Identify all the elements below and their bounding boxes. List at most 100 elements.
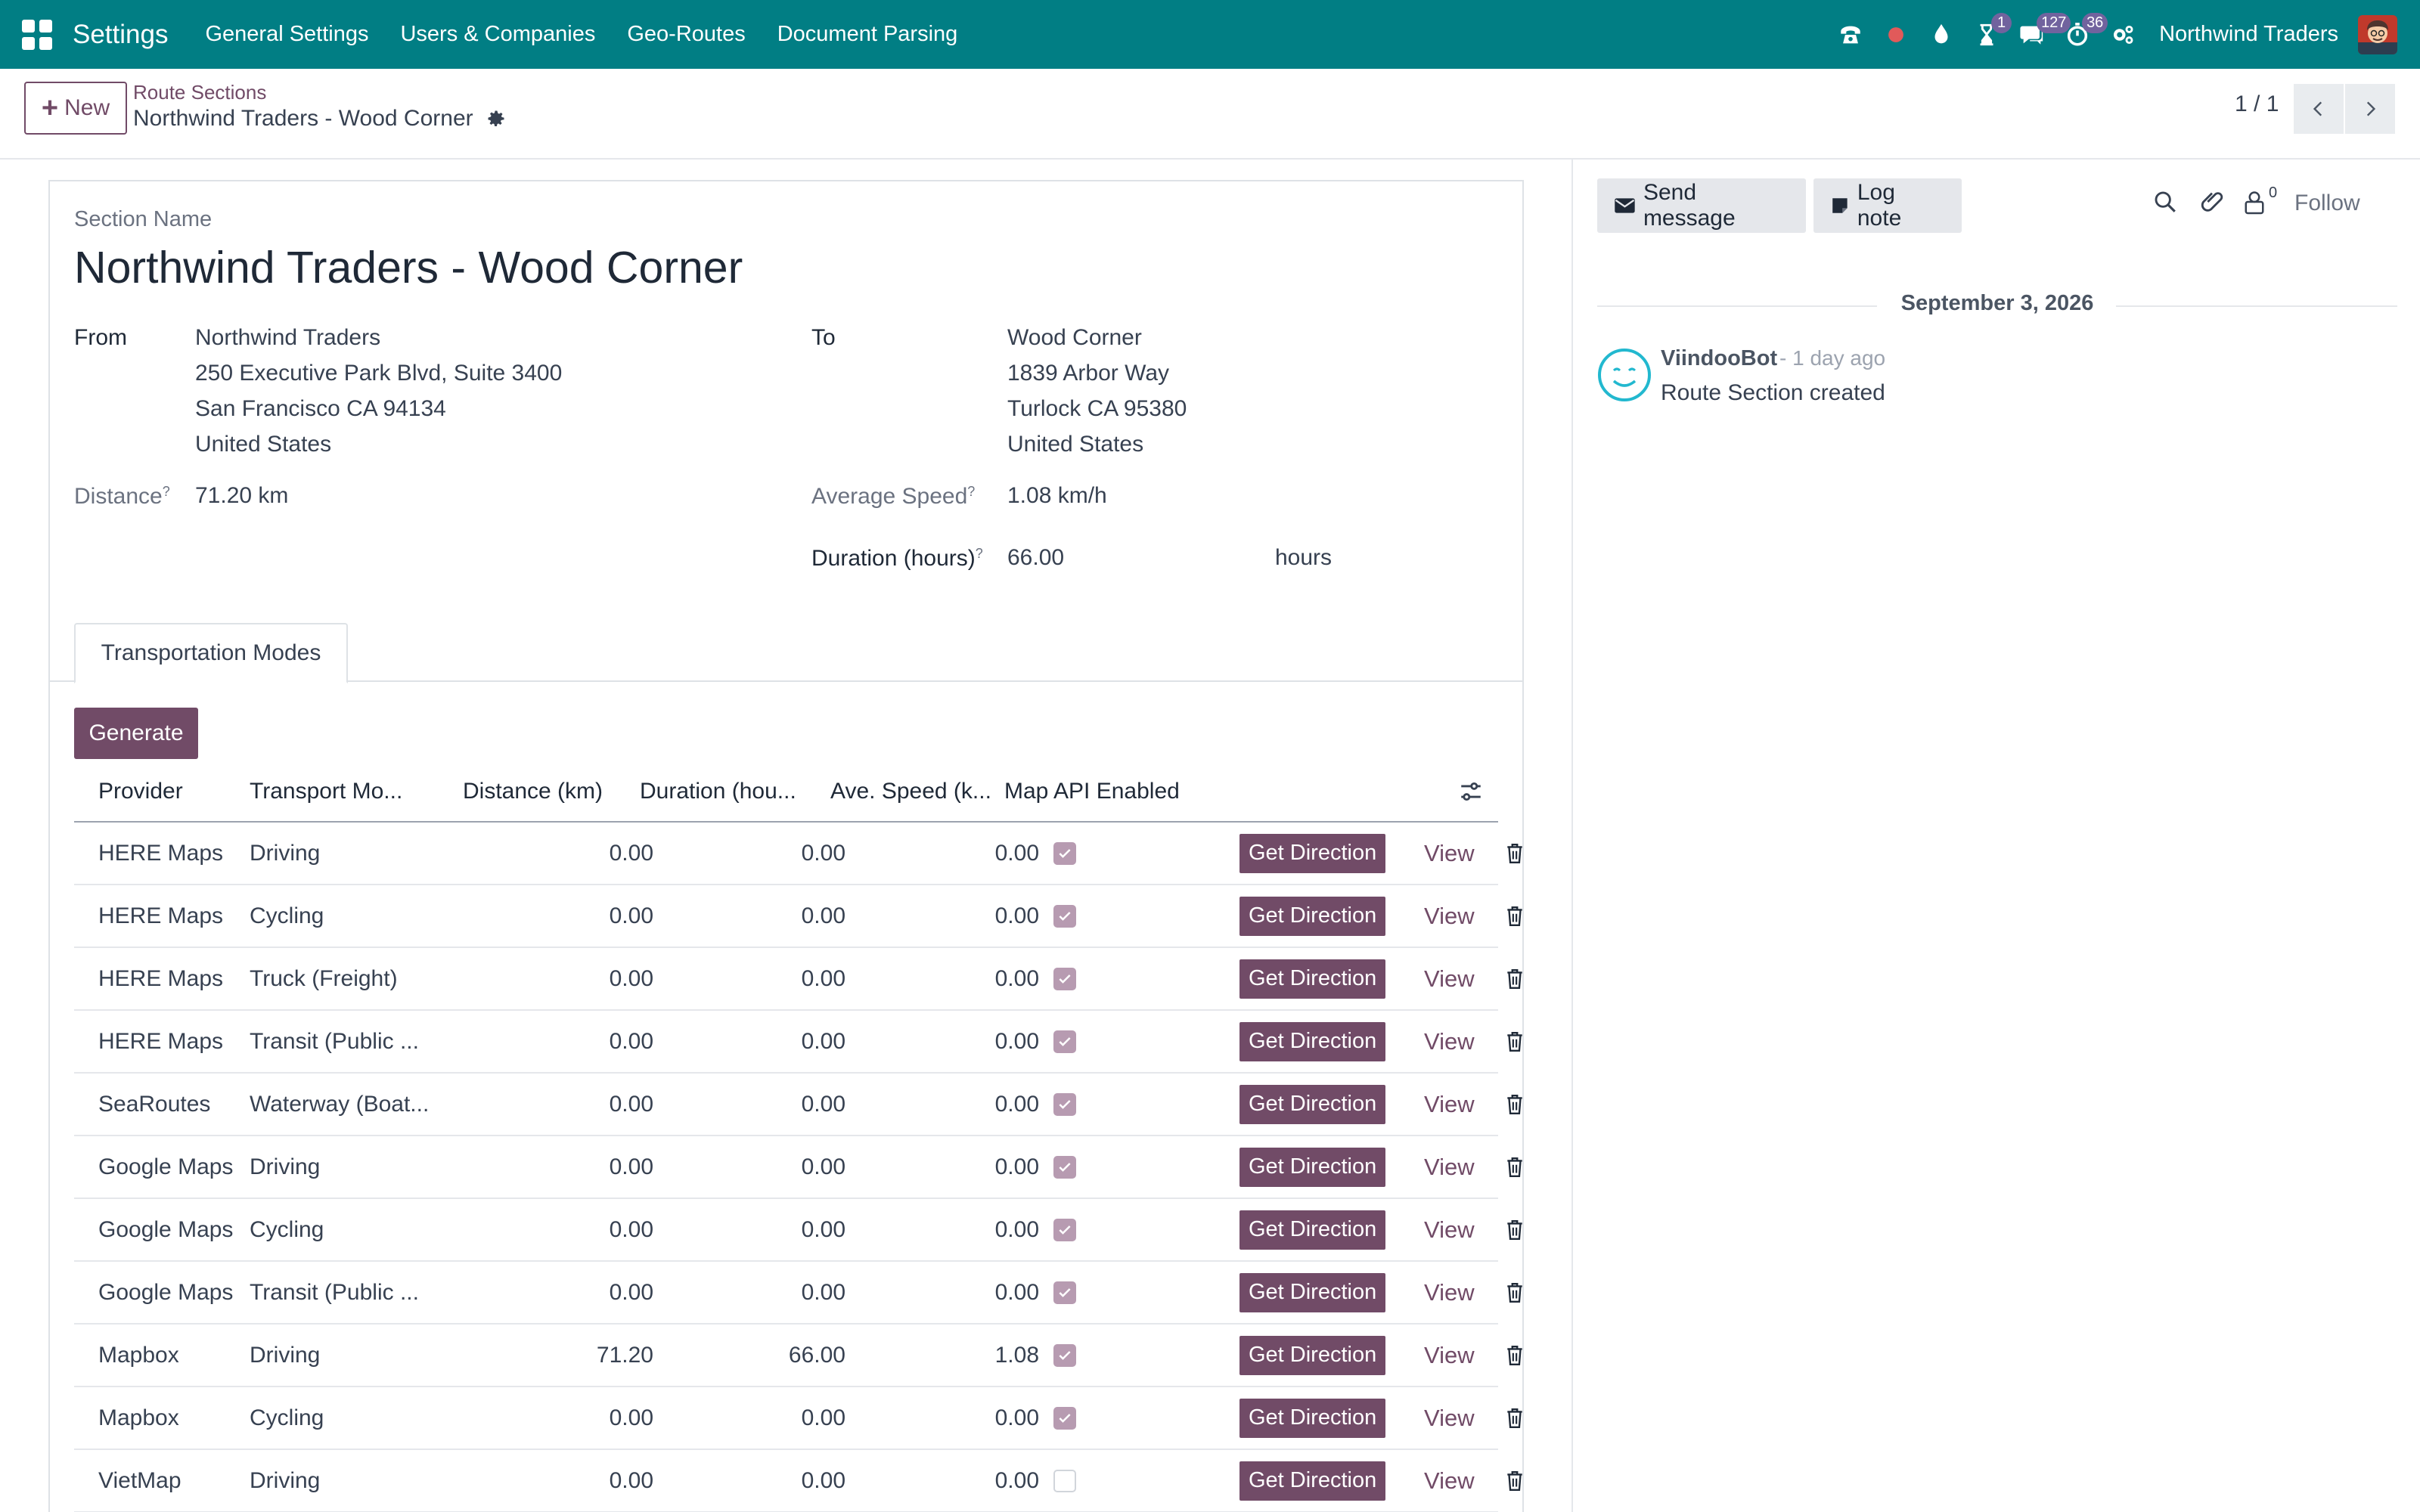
cell-provider[interactable]: Mapbox (98, 1325, 179, 1386)
trash-icon[interactable] (1505, 1094, 1525, 1115)
cell-duration[interactable]: 0.00 (640, 948, 845, 1009)
table-row[interactable]: Mapbox Cycling 0.00 0.00 0.00 Get Direction Vi… (74, 1387, 1522, 1450)
view-link[interactable]: View (1424, 1405, 1475, 1432)
cell-avg-speed[interactable]: 1.08 (830, 1325, 1039, 1386)
cell-transport-mode[interactable]: Truck (Freight) (250, 948, 398, 1009)
view-link[interactable]: View (1424, 1028, 1475, 1055)
map-api-checkbox[interactable] (1053, 1281, 1076, 1304)
menu-general-settings[interactable]: General Settings (205, 22, 368, 47)
company-settings-icon[interactable] (2100, 0, 2145, 69)
followers-button[interactable]: 0 (2243, 184, 2277, 215)
get-direction-button[interactable]: Get Direction (1239, 1210, 1386, 1250)
get-direction-button[interactable]: Get Direction (1239, 896, 1386, 936)
cell-provider[interactable]: HERE Maps (98, 885, 223, 947)
cell-transport-mode[interactable]: Driving (250, 1325, 320, 1386)
cell-duration[interactable]: 66.00 (640, 1325, 845, 1386)
trash-icon[interactable] (1505, 1219, 1525, 1241)
cell-provider[interactable]: Google Maps (98, 1262, 233, 1323)
map-api-checkbox[interactable] (1053, 1155, 1076, 1179)
cell-provider[interactable]: SeaRoutes (98, 1074, 210, 1135)
generate-button[interactable]: Generate (74, 708, 198, 759)
cell-distance[interactable]: 0.00 (463, 1011, 653, 1072)
cell-provider[interactable]: Mapbox (98, 1387, 179, 1448)
cell-transport-mode[interactable]: Driving (250, 1450, 320, 1511)
map-api-checkbox[interactable] (1053, 841, 1076, 865)
phone-icon[interactable] (1828, 0, 1873, 69)
get-direction-button[interactable]: Get Direction (1239, 1272, 1386, 1312)
trash-icon[interactable] (1505, 1282, 1525, 1303)
cell-duration[interactable]: 0.00 (640, 1074, 845, 1135)
cell-distance[interactable]: 0.00 (463, 1387, 653, 1448)
company-switcher[interactable]: Northwind Traders (2159, 22, 2338, 47)
cell-duration[interactable]: 0.00 (640, 1136, 845, 1198)
pager-next-button[interactable] (2345, 84, 2395, 134)
map-api-checkbox[interactable] (1053, 1218, 1076, 1241)
get-direction-button[interactable]: Get Direction (1239, 1021, 1386, 1061)
cell-distance[interactable]: 0.00 (463, 948, 653, 1009)
cell-avg-speed[interactable]: 0.00 (830, 1074, 1039, 1135)
view-link[interactable]: View (1424, 1342, 1475, 1369)
view-link[interactable]: View (1424, 903, 1475, 930)
table-row[interactable]: Mapbox Driving 71.20 66.00 1.08 Get Direction… (74, 1325, 1522, 1387)
menu-users-companies[interactable]: Users & Companies (400, 22, 595, 47)
cell-provider[interactable]: HERE Maps (98, 823, 223, 884)
table-row[interactable]: HERE Maps Truck (Freight) 0.00 0.00 0.00 Get … (74, 948, 1522, 1011)
cell-distance[interactable]: 0.00 (463, 1074, 653, 1135)
cell-avg-speed[interactable]: 0.00 (830, 1136, 1039, 1198)
get-direction-button[interactable]: Get Direction (1239, 1335, 1386, 1375)
duration-field[interactable]: 66.00 (1007, 540, 1064, 575)
help-mark[interactable]: ? (976, 546, 983, 561)
tab-transportation-modes[interactable]: Transportation Modes (74, 623, 348, 683)
map-api-checkbox[interactable] (1053, 1092, 1076, 1116)
cell-avg-speed[interactable]: 0.00 (830, 885, 1039, 947)
cell-distance[interactable]: 0.00 (463, 1199, 653, 1260)
pager-previous-button[interactable] (2294, 84, 2344, 134)
cell-transport-mode[interactable]: Cycling (250, 885, 324, 947)
bot-avatar[interactable] (1597, 348, 1652, 402)
col-avg-speed[interactable]: Ave. Speed (k... (830, 761, 991, 823)
cell-transport-mode[interactable]: Driving (250, 823, 320, 884)
cell-avg-speed[interactable]: 0.00 (830, 1450, 1039, 1511)
optional-columns-toggle[interactable] (1458, 761, 1484, 823)
cell-avg-speed[interactable]: 0.00 (830, 1262, 1039, 1323)
get-direction-button[interactable]: Get Direction (1239, 1084, 1386, 1124)
from-address[interactable]: Northwind Traders 250 Executive Park Blv… (195, 320, 562, 462)
cell-provider[interactable]: HERE Maps (98, 1011, 223, 1072)
messages-icon[interactable]: 127 (2009, 0, 2071, 69)
table-row[interactable]: HERE Maps Driving 0.00 0.00 0.00 Get Directio… (74, 823, 1522, 885)
view-link[interactable]: View (1424, 1467, 1475, 1495)
timer-icon[interactable]: 36 (2055, 0, 2108, 69)
cell-distance[interactable]: 0.00 (463, 1136, 653, 1198)
cell-avg-speed[interactable]: 0.00 (830, 823, 1039, 884)
cell-duration[interactable]: 0.00 (640, 1387, 845, 1448)
map-api-checkbox[interactable] (1053, 1343, 1076, 1367)
section-name-field[interactable]: Northwind Traders - Wood Corner (74, 242, 743, 293)
cell-distance[interactable]: 0.00 (463, 1262, 653, 1323)
map-api-checkbox[interactable] (1053, 1469, 1076, 1492)
table-row[interactable]: HERE Maps Cycling 0.00 0.00 0.00 Get Directio… (74, 885, 1522, 948)
cell-distance[interactable]: 0.00 (463, 823, 653, 884)
trash-icon[interactable] (1505, 843, 1525, 864)
cell-transport-mode[interactable]: Transit (Public ... (250, 1262, 419, 1323)
gear-icon[interactable] (486, 108, 507, 129)
cell-transport-mode[interactable]: Driving (250, 1136, 320, 1198)
view-link[interactable]: View (1424, 1279, 1475, 1306)
drop-icon[interactable] (1919, 0, 1964, 69)
trash-icon[interactable] (1505, 1345, 1525, 1366)
cell-provider[interactable]: HERE Maps (98, 948, 223, 1009)
view-link[interactable]: View (1424, 1216, 1475, 1244)
map-api-checkbox[interactable] (1053, 967, 1076, 990)
message-author[interactable]: ViindooBot (1661, 346, 1777, 371)
get-direction-button[interactable]: Get Direction (1239, 833, 1386, 873)
app-title[interactable]: Settings (73, 20, 168, 50)
map-api-checkbox[interactable] (1053, 1406, 1076, 1430)
get-direction-button[interactable]: Get Direction (1239, 1398, 1386, 1438)
col-duration[interactable]: Duration (hou... (640, 761, 796, 823)
table-row[interactable]: SeaRoutes Waterway (Boat... 0.00 0.00 0.00 Ge… (74, 1074, 1522, 1136)
trash-icon[interactable] (1505, 906, 1525, 927)
send-message-button[interactable]: Send message (1597, 178, 1806, 233)
cell-provider[interactable]: Google Maps (98, 1199, 233, 1260)
map-api-checkbox[interactable] (1053, 1030, 1076, 1053)
breadcrumb-route-sections[interactable]: Route Sections (133, 81, 266, 104)
view-link[interactable]: View (1424, 965, 1475, 993)
